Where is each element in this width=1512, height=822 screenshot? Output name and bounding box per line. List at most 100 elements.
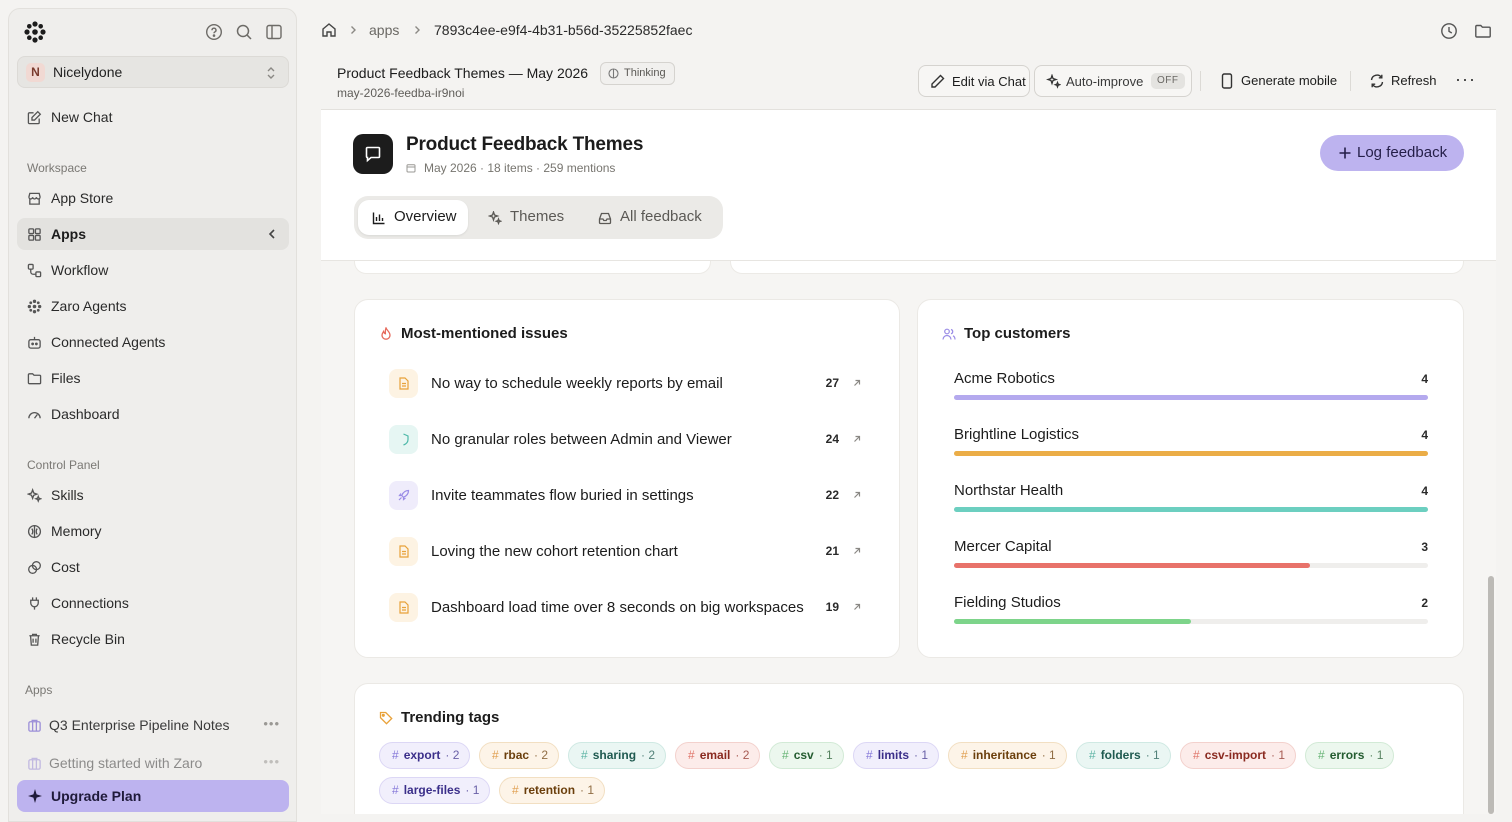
tag-chip[interactable]: # export · 2: [379, 742, 471, 769]
sidebar-item-connected-agents[interactable]: Connected Agents: [17, 326, 289, 358]
tag-chip[interactable]: # rbac · 2: [479, 742, 560, 769]
arrow-up-right-icon[interactable]: [852, 378, 862, 388]
store-icon: [27, 191, 42, 206]
mobile-icon[interactable]: [1219, 73, 1235, 89]
tag-chip[interactable]: # csv-import · 1: [1180, 742, 1297, 769]
coins-icon: [27, 560, 42, 575]
customer-bar-track: [954, 451, 1428, 456]
folder-icon[interactable]: [1474, 22, 1492, 40]
help-icon[interactable]: [205, 23, 223, 41]
refresh-icon[interactable]: [1369, 73, 1385, 89]
sidebar-item-recycle-bin[interactable]: Recycle Bin: [17, 623, 289, 655]
tag-chip[interactable]: # errors · 1: [1305, 742, 1395, 769]
chevron-right-icon: [348, 25, 358, 35]
rocket-icon: [389, 481, 418, 510]
hash-icon: #: [782, 748, 789, 762]
sidebar-item-label: Memory: [51, 523, 102, 539]
customer-row[interactable]: Northstar Health 4: [954, 482, 1428, 522]
tag-chip[interactable]: # folders · 1: [1076, 742, 1171, 769]
customer-name: Mercer Capital: [954, 538, 1052, 555]
issue-row[interactable]: Dashboard load time over 8 seconds on bi…: [389, 590, 869, 626]
app-icon: [353, 134, 393, 174]
workspace-selector[interactable]: N Nicelydone: [17, 56, 289, 88]
tag-count: · 2: [445, 748, 460, 762]
folder-icon: [27, 371, 42, 386]
tag-chip[interactable]: # sharing · 2: [568, 742, 667, 769]
generate-mobile-button[interactable]: Generate mobile: [1241, 73, 1337, 88]
sidebar-item-apps[interactable]: Apps: [17, 218, 289, 250]
tag-name: errors: [1329, 748, 1365, 762]
sidebar-item-label: Connected Agents: [51, 334, 166, 350]
sidebar-item-connections[interactable]: Connections: [17, 587, 289, 619]
arrow-up-right-icon[interactable]: [852, 546, 862, 556]
tag-chip[interactable]: # inheritance · 1: [948, 742, 1067, 769]
new-chat-button[interactable]: New Chat: [17, 101, 289, 133]
tag-chip[interactable]: # csv · 1: [769, 742, 844, 769]
arrow-up-right-icon[interactable]: [852, 434, 862, 444]
customer-row[interactable]: Mercer Capital 3: [954, 538, 1428, 578]
tab-overview[interactable]: Overview: [358, 200, 468, 235]
customer-row[interactable]: Acme Robotics 4: [954, 370, 1428, 410]
refresh-button[interactable]: Refresh: [1391, 73, 1437, 88]
tag-count: · 1: [1041, 748, 1056, 762]
breadcrumb-app-id: 7893c4ee-e9f4-4b31-b56d-35225852faec: [434, 22, 693, 38]
app-header: Product Feedback Themes — May 2026 Think…: [321, 60, 1496, 110]
sidebar-item-workflow[interactable]: Workflow: [17, 254, 289, 286]
sidebar-item-dashboard[interactable]: Dashboard: [17, 398, 289, 430]
sidebar-item-zaro-agents[interactable]: Zaro Agents: [17, 290, 289, 322]
log-feedback-button[interactable]: Log feedback: [1320, 135, 1464, 171]
scrollbar[interactable]: [1488, 576, 1494, 814]
tab-all-feedback[interactable]: All feedback: [584, 200, 718, 235]
arrow-up-right-icon[interactable]: [852, 602, 862, 612]
sidebar-toggle-icon[interactable]: [265, 23, 283, 41]
page-title: Product Feedback Themes — May 2026: [337, 65, 589, 81]
history-icon[interactable]: [1440, 22, 1458, 40]
sidebar-item-label: Workflow: [51, 262, 109, 278]
sidebar-item-files[interactable]: Files: [17, 362, 289, 394]
sidebar-app-item[interactable]: Getting started with Zaro •••: [17, 747, 289, 779]
agents-icon: [27, 299, 42, 314]
tag-count: · 1: [818, 748, 833, 762]
search-icon[interactable]: [235, 23, 253, 41]
more-options-icon[interactable]: ···: [1455, 69, 1476, 90]
users-icon: [942, 327, 956, 341]
plug-icon: [27, 596, 42, 611]
control-panel-section-label: Control Panel: [27, 458, 100, 472]
sidebar-item-label: App Store: [51, 190, 114, 206]
issue-row[interactable]: Invite teammates flow buried in settings…: [389, 478, 869, 514]
sidebar-item-app-store[interactable]: App Store: [17, 182, 289, 214]
customer-row[interactable]: Fielding Studios 2: [954, 594, 1428, 634]
tab-themes[interactable]: Themes: [474, 200, 574, 235]
sparkle-icon: [27, 488, 42, 503]
tag-count: · 2: [534, 748, 549, 762]
tag-chip[interactable]: # email · 2: [675, 742, 761, 769]
chevron-left-icon[interactable]: [265, 227, 279, 241]
customer-bar-fill: [954, 619, 1191, 624]
zaro-logo-icon[interactable]: [24, 21, 46, 43]
edit-via-chat-button[interactable]: Edit via Chat: [918, 65, 1030, 97]
arrow-up-right-icon[interactable]: [852, 490, 862, 500]
tag-chip[interactable]: # large-files · 1: [379, 777, 491, 804]
customer-name: Northstar Health: [954, 482, 1064, 499]
sidebar-item-skills[interactable]: Skills: [17, 479, 289, 511]
more-icon[interactable]: •••: [263, 754, 280, 769]
sidebar-item-memory[interactable]: Memory: [17, 515, 289, 547]
tag-chip[interactable]: # retention · 1: [499, 777, 606, 804]
top-customers-card: Top customers Acme Robotics 4 Brightline L…: [917, 299, 1464, 658]
issue-row[interactable]: No way to schedule weekly reports by ema…: [389, 366, 869, 402]
upgrade-plan-button[interactable]: Upgrade Plan: [17, 780, 289, 812]
tag-chip[interactable]: # limits · 1: [853, 742, 940, 769]
auto-improve-toggle[interactable]: Auto-improve OFF: [1034, 65, 1192, 97]
edit-icon: [27, 110, 42, 125]
breadcrumb-apps[interactable]: apps: [369, 22, 399, 38]
sidebar-item-cost[interactable]: Cost: [17, 551, 289, 583]
more-icon[interactable]: •••: [263, 716, 280, 731]
sidebar-app-item[interactable]: Q3 Enterprise Pipeline Notes •••: [17, 709, 289, 741]
tag-count: · 1: [465, 783, 480, 797]
issue-row[interactable]: Loving the new cohort retention chart 21: [389, 534, 869, 570]
home-icon[interactable]: [321, 22, 337, 38]
apps-section-label: Apps: [25, 683, 53, 697]
customer-count: 4: [1421, 428, 1428, 442]
customer-row[interactable]: Brightline Logistics 4: [954, 426, 1428, 466]
issue-row[interactable]: No granular roles between Admin and View…: [389, 422, 869, 458]
